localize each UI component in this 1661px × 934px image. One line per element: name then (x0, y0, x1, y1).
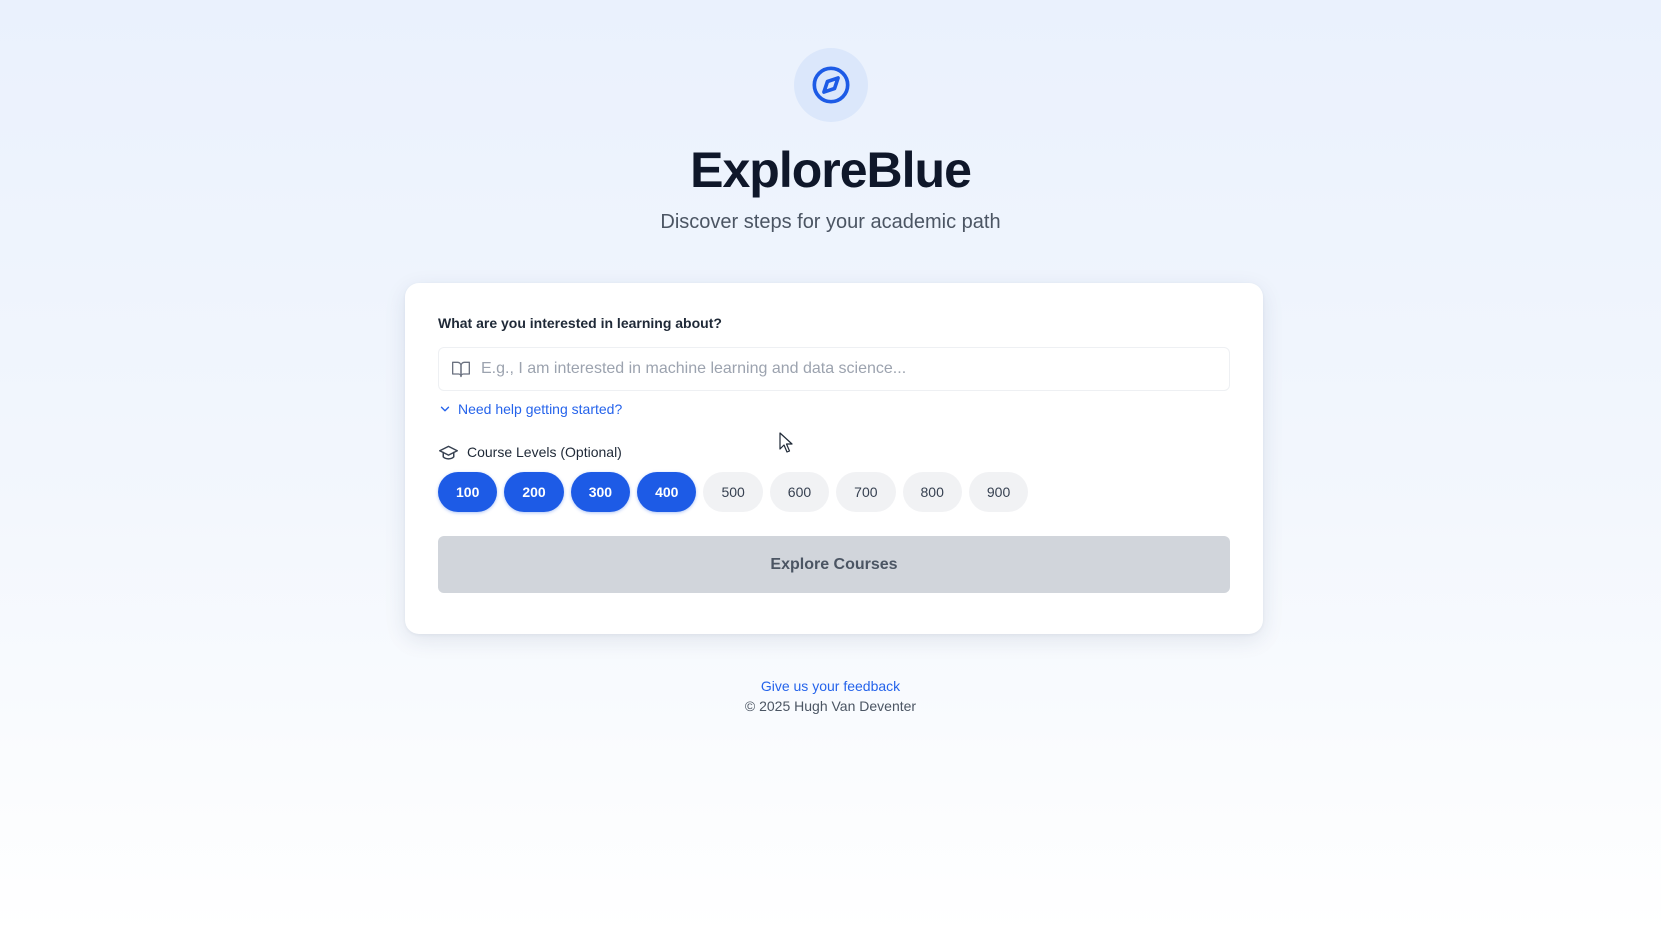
level-pill-200[interactable]: 200 (504, 472, 564, 512)
explore-courses-button[interactable]: Explore Courses (438, 536, 1230, 593)
course-levels-label: Course Levels (Optional) (467, 444, 622, 460)
logo-badge (793, 48, 868, 122)
level-pill-800[interactable]: 800 (902, 472, 962, 512)
level-pill-700[interactable]: 700 (836, 472, 896, 512)
course-levels-header: Course Levels (Optional) (438, 442, 1230, 462)
page-header: ExploreBlue Discover steps for your acad… (0, 0, 1661, 234)
course-levels-group: 100 200 300 400 500 600 700 800 900 (438, 472, 1230, 512)
graduation-cap-icon (439, 445, 458, 460)
search-card: What are you interested in learning abou… (405, 283, 1263, 634)
chevron-down-icon (440, 406, 450, 412)
level-pill-600[interactable]: 600 (769, 472, 830, 512)
feedback-link[interactable]: Give us your feedback (761, 676, 900, 696)
page-footer: Give us your feedback © 2025 Hugh Van De… (0, 676, 1661, 716)
interest-question-label: What are you interested in learning abou… (438, 315, 722, 331)
level-pill-300[interactable]: 300 (570, 472, 631, 512)
book-open-icon (452, 361, 470, 378)
copyright-text: © 2025 Hugh Van Deventer (744, 698, 917, 714)
level-pill-900[interactable]: 900 (968, 472, 1029, 512)
level-pill-100[interactable]: 100 (438, 472, 498, 512)
level-pill-500[interactable]: 500 (703, 472, 763, 512)
compass-icon (812, 66, 849, 104)
level-pill-400[interactable]: 400 (637, 472, 697, 512)
interest-input[interactable] (479, 348, 1229, 390)
mouse-cursor-icon (779, 432, 793, 453)
help-toggle[interactable]: Need help getting started? (438, 399, 1230, 419)
app-subtitle: Discover steps for your academic path (660, 211, 1001, 233)
interest-input-wrapper[interactable] (438, 347, 1230, 391)
app-title: ExploreBlue (690, 142, 972, 198)
help-link[interactable]: Need help getting started? (458, 401, 622, 417)
